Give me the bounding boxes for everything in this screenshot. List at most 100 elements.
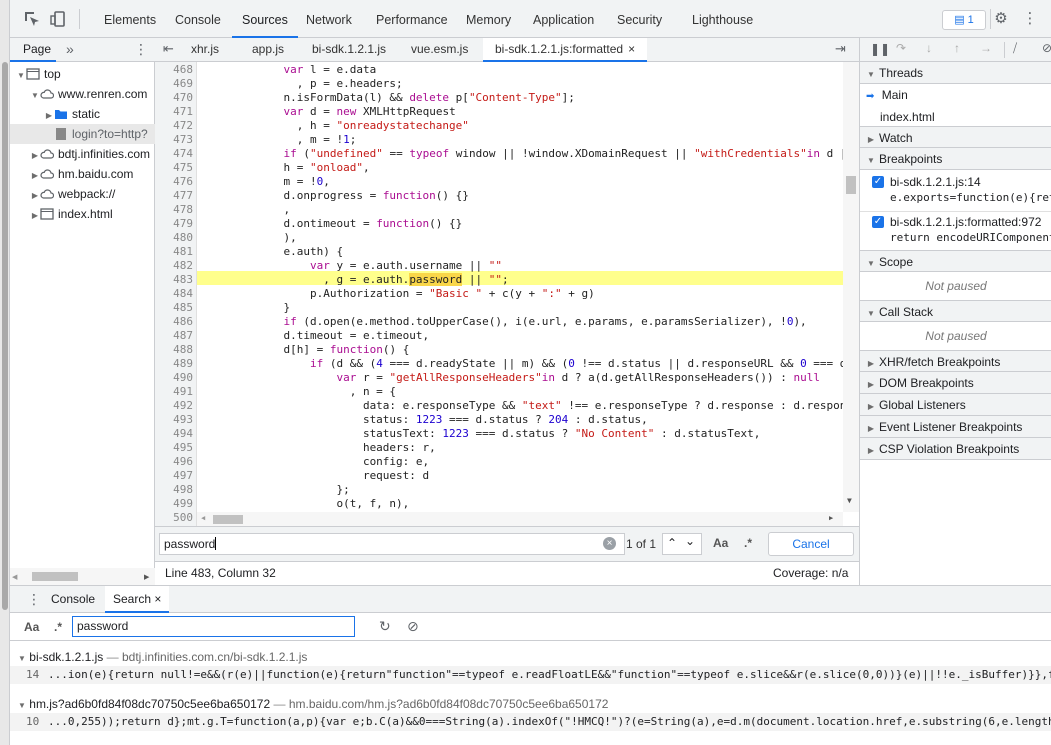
collapsed-arrow-icon[interactable]: ▶ <box>30 166 40 186</box>
coverage-status[interactable]: Coverage: n/a <box>773 562 848 585</box>
drawer-tab-console[interactable]: Console <box>43 586 103 613</box>
result-file-header[interactable]: ▼ hm.js?ad6b0fd84f08dc70750c5ee6ba650172… <box>10 695 1051 713</box>
line-number[interactable]: 499 <box>155 497 193 511</box>
code-line[interactable]: } <box>204 301 290 315</box>
tab-network[interactable]: Network <box>296 0 362 38</box>
thread-main[interactable]: ➡ Main <box>860 84 1051 106</box>
close-tab-icon[interactable]: × <box>628 42 635 56</box>
tab-elements[interactable]: Elements <box>94 0 166 38</box>
result-file-header[interactable]: ▼ bi-sdk.1.2.1.js — bdtj.infinities.com.… <box>10 648 1051 666</box>
threads-section[interactable]: ▼ Threads <box>860 62 1051 84</box>
drawer-tab-search[interactable]: Search × <box>105 586 170 613</box>
xhr-breakpoints-section[interactable]: ▶ XHR/fetch Breakpoints <box>860 350 1051 372</box>
code-line[interactable]: d.ontimeout = function() {} <box>204 217 462 231</box>
expanded-arrow-icon[interactable]: ▼ <box>18 701 26 710</box>
deactivate-breakpoints-icon[interactable]: ⧸ <box>1013 41 1017 56</box>
code-line[interactable]: , p = e.headers; <box>204 77 403 91</box>
code-line[interactable]: , h = "onreadystatechange" <box>204 119 469 133</box>
code-line[interactable]: var l = e.data <box>204 63 376 77</box>
drawer-menu-icon[interactable]: ⋮ <box>27 591 41 608</box>
line-number[interactable]: 492 <box>155 399 193 413</box>
line-number[interactable]: 481 <box>155 245 193 259</box>
line-number[interactable]: 489 <box>155 357 193 371</box>
drawer-match-case-button[interactable]: Aa <box>24 620 39 634</box>
file-tab[interactable]: vue.esm.js <box>399 38 480 62</box>
callstack-section[interactable]: ▼ Call Stack <box>860 300 1051 322</box>
code-line[interactable]: , n = { <box>204 385 396 399</box>
settings-gear-icon[interactable]: ⚙ <box>992 10 1010 28</box>
line-number[interactable]: 488 <box>155 343 193 357</box>
code-line[interactable]: d.timeout = e.timeout, <box>204 329 429 343</box>
code-line[interactable]: n.isFormData(l) && delete p["Content-Typ… <box>204 91 574 105</box>
watch-section[interactable]: ▶ Watch <box>860 126 1051 148</box>
tree-item[interactable]: ▼ www.renren.com <box>10 84 155 104</box>
toggle-debugger-icon[interactable]: ⇥ <box>835 41 846 57</box>
tab-memory[interactable]: Memory <box>456 0 521 38</box>
collapsed-arrow-icon[interactable]: ▶ <box>30 206 40 226</box>
clear-results-icon[interactable]: ⊘ <box>407 618 419 635</box>
close-tab-icon[interactable]: × <box>154 592 161 606</box>
line-number[interactable]: 478 <box>155 203 193 217</box>
refresh-icon[interactable]: ↻ <box>379 618 391 635</box>
expanded-arrow-icon[interactable]: ▼ <box>30 86 40 106</box>
collapsed-arrow-icon[interactable]: ▶ <box>30 186 40 206</box>
code-line[interactable]: h = "onload", <box>204 161 369 175</box>
find-input[interactable]: password <box>159 533 625 555</box>
toggle-navigator-icon[interactable]: ⇤ <box>163 41 174 57</box>
step-out-icon[interactable]: ↑ <box>954 41 960 55</box>
tree-item[interactable]: ▶ hm.baidu.com <box>10 164 155 184</box>
code-line[interactable]: var r = "getAllResponseHeaders"in d ? a(… <box>204 371 820 385</box>
code-line[interactable]: status: 1223 === d.status ? 204 : d.stat… <box>204 413 648 427</box>
page-scrollbar[interactable] <box>0 0 10 745</box>
step-over-icon[interactable]: ↷ <box>896 41 906 55</box>
line-number[interactable]: 494 <box>155 427 193 441</box>
tree-item[interactable]: login?to=http? <box>10 124 155 144</box>
line-number[interactable]: 491 <box>155 385 193 399</box>
code-line[interactable]: m = !0, <box>204 175 329 189</box>
breakpoint-item[interactable]: ✓ bi-sdk.1.2.1.js:formatted:972 return e… <box>860 212 1051 252</box>
line-number[interactable]: 476 <box>155 175 193 189</box>
code-line[interactable]: var y = e.auth.username || "" <box>204 259 502 273</box>
line-number[interactable]: 473 <box>155 133 193 147</box>
code-line[interactable]: ), <box>204 231 296 245</box>
clear-search-icon[interactable]: × <box>603 537 616 550</box>
code-line[interactable]: , m = !1; <box>204 133 357 147</box>
match-case-button[interactable]: Aa <box>713 536 728 550</box>
line-number[interactable]: 490 <box>155 371 193 385</box>
line-number[interactable]: 471 <box>155 105 193 119</box>
code-line[interactable]: config: e, <box>204 455 429 469</box>
line-number[interactable]: 482 <box>155 259 193 273</box>
more-tabs-icon[interactable]: » <box>66 38 74 60</box>
line-number[interactable]: 470 <box>155 91 193 105</box>
line-number[interactable]: 477 <box>155 189 193 203</box>
tab-console[interactable]: Console <box>165 0 231 38</box>
breakpoint-item[interactable]: ✓ bi-sdk.1.2.1.js:14 e.exports=function(… <box>860 172 1051 212</box>
cancel-button[interactable]: Cancel <box>768 532 854 556</box>
tree-item[interactable]: ▶ static <box>10 104 155 124</box>
code-line[interactable]: o(t, f, n), <box>204 497 409 511</box>
code-line[interactable]: if ("undefined" == typeof window || !win… <box>204 147 853 161</box>
issues-button[interactable]: ▤ 1 <box>942 10 986 30</box>
pause-on-exceptions-icon[interactable]: ⊘ <box>1042 41 1051 55</box>
code-line[interactable]: if (d.open(e.method.toUpperCase(), i(e.u… <box>204 315 806 329</box>
line-number[interactable]: 493 <box>155 413 193 427</box>
thread-index[interactable]: index.html <box>860 106 1051 128</box>
drawer-search-input[interactable]: password <box>72 616 355 637</box>
tree-item[interactable]: ▶ bdtj.infinities.com <box>10 144 155 164</box>
expanded-arrow-icon[interactable]: ▼ <box>18 654 26 663</box>
code-line[interactable]: request: d <box>204 469 429 483</box>
code-line[interactable]: d.onprogress = function() {} <box>204 189 468 203</box>
event-listener-breakpoints-section[interactable]: ▶ Event Listener Breakpoints <box>860 416 1051 438</box>
code-line[interactable]: p.Authorization = "Basic " + c(y + ":" +… <box>204 287 595 301</box>
line-number[interactable]: 484 <box>155 287 193 301</box>
line-number[interactable]: 479 <box>155 217 193 231</box>
tree-item[interactable]: ▼ top <box>10 64 155 84</box>
file-tab[interactable]: bi-sdk.1.2.1.js <box>300 38 398 62</box>
line-number[interactable]: 495 <box>155 441 193 455</box>
line-number[interactable]: 483 <box>155 273 193 287</box>
code-editor[interactable]: 468 469 470 471 472 473 474 475 476 477 478 479 480 4… <box>155 62 859 526</box>
tab-performance[interactable]: Performance <box>366 0 458 38</box>
code-line[interactable]: statusText: 1223 === d.status ? "No Cont… <box>204 427 760 441</box>
result-line[interactable]: 14 ...ion(e){return null!=e&&(r(e)||funct… <box>10 666 1051 684</box>
code-line[interactable]: data: e.responseType && "text" !== e.res… <box>204 399 846 413</box>
